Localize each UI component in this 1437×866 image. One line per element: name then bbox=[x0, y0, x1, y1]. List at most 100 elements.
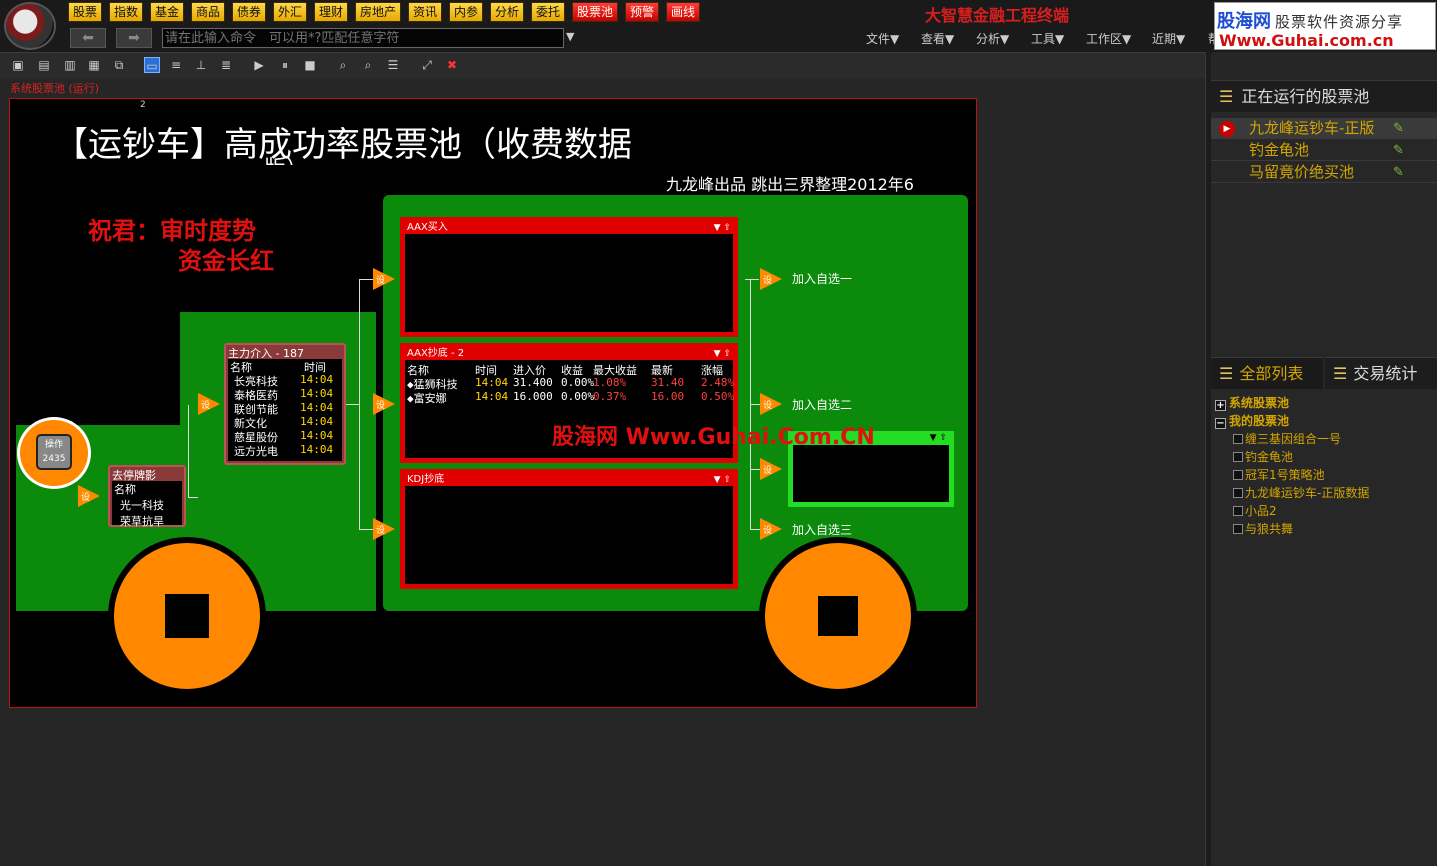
table-row[interactable]: ◆富安娜 14:04 16.000 0.00% 0.37% 16.00 0.50% bbox=[405, 390, 734, 405]
running-pool-label: 九龙峰运钞车-正版 bbox=[1249, 119, 1375, 137]
add-watchlist-3[interactable]: 加入自选三 bbox=[792, 521, 852, 538]
nav-button[interactable]: 股票 bbox=[68, 2, 102, 22]
table-cell: 0.37% bbox=[593, 390, 627, 403]
align-bottom-icon[interactable]: ⊥ bbox=[193, 57, 209, 73]
connector bbox=[359, 279, 360, 529]
wheel-hole bbox=[818, 596, 858, 636]
checkbox[interactable] bbox=[1233, 470, 1243, 480]
checkbox[interactable] bbox=[1233, 434, 1243, 444]
align-left-icon[interactable]: ≡ bbox=[168, 57, 184, 73]
checkbox[interactable] bbox=[1233, 452, 1243, 462]
menu-item[interactable]: 近期▼ bbox=[1152, 30, 1185, 47]
nav-button[interactable]: 基金 bbox=[150, 2, 184, 22]
checkbox[interactable] bbox=[1233, 524, 1243, 534]
pool-main-force[interactable]: 主力介入 - 187 名称 时间 长亮科技 14:04 泰格医药 14:04 联创节能 1… bbox=[224, 343, 346, 465]
pool-menu-icon[interactable]: ▼ ⇧ bbox=[714, 222, 731, 234]
tree-item[interactable]: 缠三基因组合一号 bbox=[1233, 431, 1341, 448]
column-header: 名称 bbox=[114, 483, 136, 496]
top-bar: 股票 指数 基金 商品 债券 外汇 理财 房地产 资讯 内参 分析 委托 股票池 预警 画线 大智慧金融工程… bbox=[0, 0, 1437, 52]
filter-icon[interactable]: ⌕ bbox=[360, 57, 376, 73]
edit-icon[interactable]: ✎ bbox=[1393, 140, 1404, 161]
add-watchlist-1[interactable]: 加入自选一 bbox=[792, 270, 852, 287]
pool-menu-icon[interactable]: ▼ ⇧ bbox=[714, 348, 731, 360]
running-pool-item[interactable]: 九龙峰运钞车-正版 ▶ ✎ bbox=[1211, 118, 1437, 139]
forward-arrow-icon[interactable]: ➡ bbox=[116, 28, 152, 48]
nav-button[interactable]: 资讯 bbox=[408, 2, 442, 22]
pool-kdj-bottom[interactable]: KDJ抄底 ▼ ⇧ bbox=[400, 469, 738, 589]
nav-button[interactable]: 指数 bbox=[109, 2, 143, 22]
pause-icon[interactable]: ⏸ bbox=[277, 57, 293, 73]
nav-button[interactable]: 画线 bbox=[666, 2, 700, 22]
tree-item[interactable]: 钓金龟池 bbox=[1233, 449, 1293, 466]
expand-icon[interactable]: + bbox=[1215, 400, 1226, 411]
pool-limit-down[interactable]: 去停牌影 名称 光一科技 荣草抗旱 bbox=[108, 465, 186, 529]
nav-button[interactable]: 内参 bbox=[449, 2, 483, 22]
source-label: 操作 bbox=[44, 440, 63, 450]
play-icon[interactable]: ▶ bbox=[251, 57, 267, 73]
copy-icon[interactable]: ⧉ bbox=[111, 57, 127, 73]
tree-item[interactable]: 与狼共舞 bbox=[1233, 521, 1293, 538]
app-logo[interactable] bbox=[4, 2, 56, 50]
table-row[interactable]: 光一科技 bbox=[112, 497, 182, 513]
pool-aax-buy[interactable]: AAX买入 ▼ ⇧ bbox=[400, 217, 738, 337]
collapse-icon[interactable]: − bbox=[1215, 418, 1226, 429]
nav-button[interactable]: 债券 bbox=[232, 2, 266, 22]
fit-icon[interactable]: ⤢ bbox=[419, 57, 435, 73]
menu-item[interactable]: 分析▼ bbox=[976, 30, 1009, 47]
pool-title: AAX抄底 - 2 bbox=[407, 348, 465, 359]
pool-title-bar: AAX抄底 - 2 ▼ ⇧ bbox=[405, 348, 733, 360]
tree-item[interactable]: 冠军1号策略池 bbox=[1233, 467, 1325, 484]
layout-icon[interactable]: ▭ bbox=[144, 57, 160, 73]
add-watchlist-2[interactable]: 加入自选二 bbox=[792, 396, 852, 413]
tree-item[interactable]: 九龙峰运钞车-正版数据 bbox=[1233, 485, 1369, 502]
pool-title-bar: KDJ抄底 ▼ ⇧ bbox=[405, 474, 733, 486]
menu-item[interactable]: 文件▼ bbox=[866, 30, 899, 47]
nav-button[interactable]: 房地产 bbox=[355, 2, 401, 22]
tab-trade-stats[interactable]: ☰ 交易统计 bbox=[1325, 357, 1437, 389]
zoom-icon[interactable]: ⌕ bbox=[335, 57, 351, 73]
nav-button[interactable]: 分析 bbox=[490, 2, 524, 22]
nav-button[interactable]: 商品 bbox=[191, 2, 225, 22]
table-row[interactable]: ◆猛狮科技 14:04 31.400 0.00% 1.08% 31.40 2.48% bbox=[405, 376, 734, 391]
menu-item[interactable]: 工具▼ bbox=[1031, 30, 1064, 47]
nav-button[interactable]: 委托 bbox=[531, 2, 565, 22]
list-icon[interactable]: ☰ bbox=[385, 57, 401, 73]
save-as-icon[interactable]: ▦ bbox=[86, 57, 102, 73]
stock-source-node[interactable]: 操作 2435 bbox=[17, 417, 91, 489]
row-time: 14:04 bbox=[300, 373, 334, 386]
running-pool-item[interactable]: 钓金龟池 ✎ bbox=[1211, 140, 1437, 161]
nav-button[interactable]: 外汇 bbox=[273, 2, 307, 22]
tree-system-pool[interactable]: + 系统股票池 bbox=[1215, 395, 1289, 412]
stop-icon[interactable]: ■ bbox=[302, 57, 318, 73]
app-title: 大智慧金融工程终端 bbox=[925, 6, 1070, 25]
save-icon[interactable]: ▥ bbox=[62, 57, 78, 73]
wheel-hole bbox=[165, 594, 209, 638]
running-pool-item[interactable]: 马留竟价绝买池 ✎ bbox=[1211, 162, 1437, 183]
nav-button[interactable]: 理财 bbox=[314, 2, 348, 22]
new-icon[interactable]: ▣ bbox=[10, 57, 26, 73]
table-row[interactable]: 远方光电 bbox=[234, 443, 278, 459]
checkbox[interactable] bbox=[1233, 506, 1243, 516]
canvas-title: 【运钞车】高成功率股票池（收费数据 bbox=[54, 125, 632, 165]
edit-icon[interactable]: ✎ bbox=[1393, 118, 1404, 139]
align-right-icon[interactable]: ≣ bbox=[218, 57, 234, 73]
nav-button[interactable]: 股票池 bbox=[572, 2, 618, 22]
menu-item[interactable]: 工作区▼ bbox=[1086, 30, 1131, 47]
tree-my-pool[interactable]: − 我的股票池 bbox=[1215, 413, 1289, 430]
command-input[interactable] bbox=[162, 28, 564, 48]
tree-item[interactable]: 小品2 bbox=[1233, 503, 1277, 520]
running-pool-label: 钓金龟池 bbox=[1249, 141, 1310, 159]
pool-menu-icon[interactable]: ▼ ⇧ bbox=[930, 433, 947, 443]
back-arrow-icon[interactable]: ⬅ bbox=[70, 28, 106, 48]
checkbox[interactable] bbox=[1233, 488, 1243, 498]
command-dropdown-icon[interactable]: ▼ bbox=[566, 30, 574, 43]
node-label: 设 bbox=[201, 401, 211, 411]
nav-button[interactable]: 预警 bbox=[625, 2, 659, 22]
menu-item[interactable]: 查看▼ bbox=[921, 30, 954, 47]
edit-icon[interactable]: ✎ bbox=[1393, 162, 1404, 183]
pool-menu-icon[interactable]: ▼ ⇧ bbox=[714, 474, 731, 486]
tab-all-list[interactable]: ☰ 全部列表 bbox=[1211, 357, 1323, 389]
close-icon[interactable]: ✖ bbox=[444, 57, 460, 73]
table-row[interactable]: 荣草抗旱 bbox=[112, 513, 182, 529]
open-icon[interactable]: ▤ bbox=[36, 57, 52, 73]
